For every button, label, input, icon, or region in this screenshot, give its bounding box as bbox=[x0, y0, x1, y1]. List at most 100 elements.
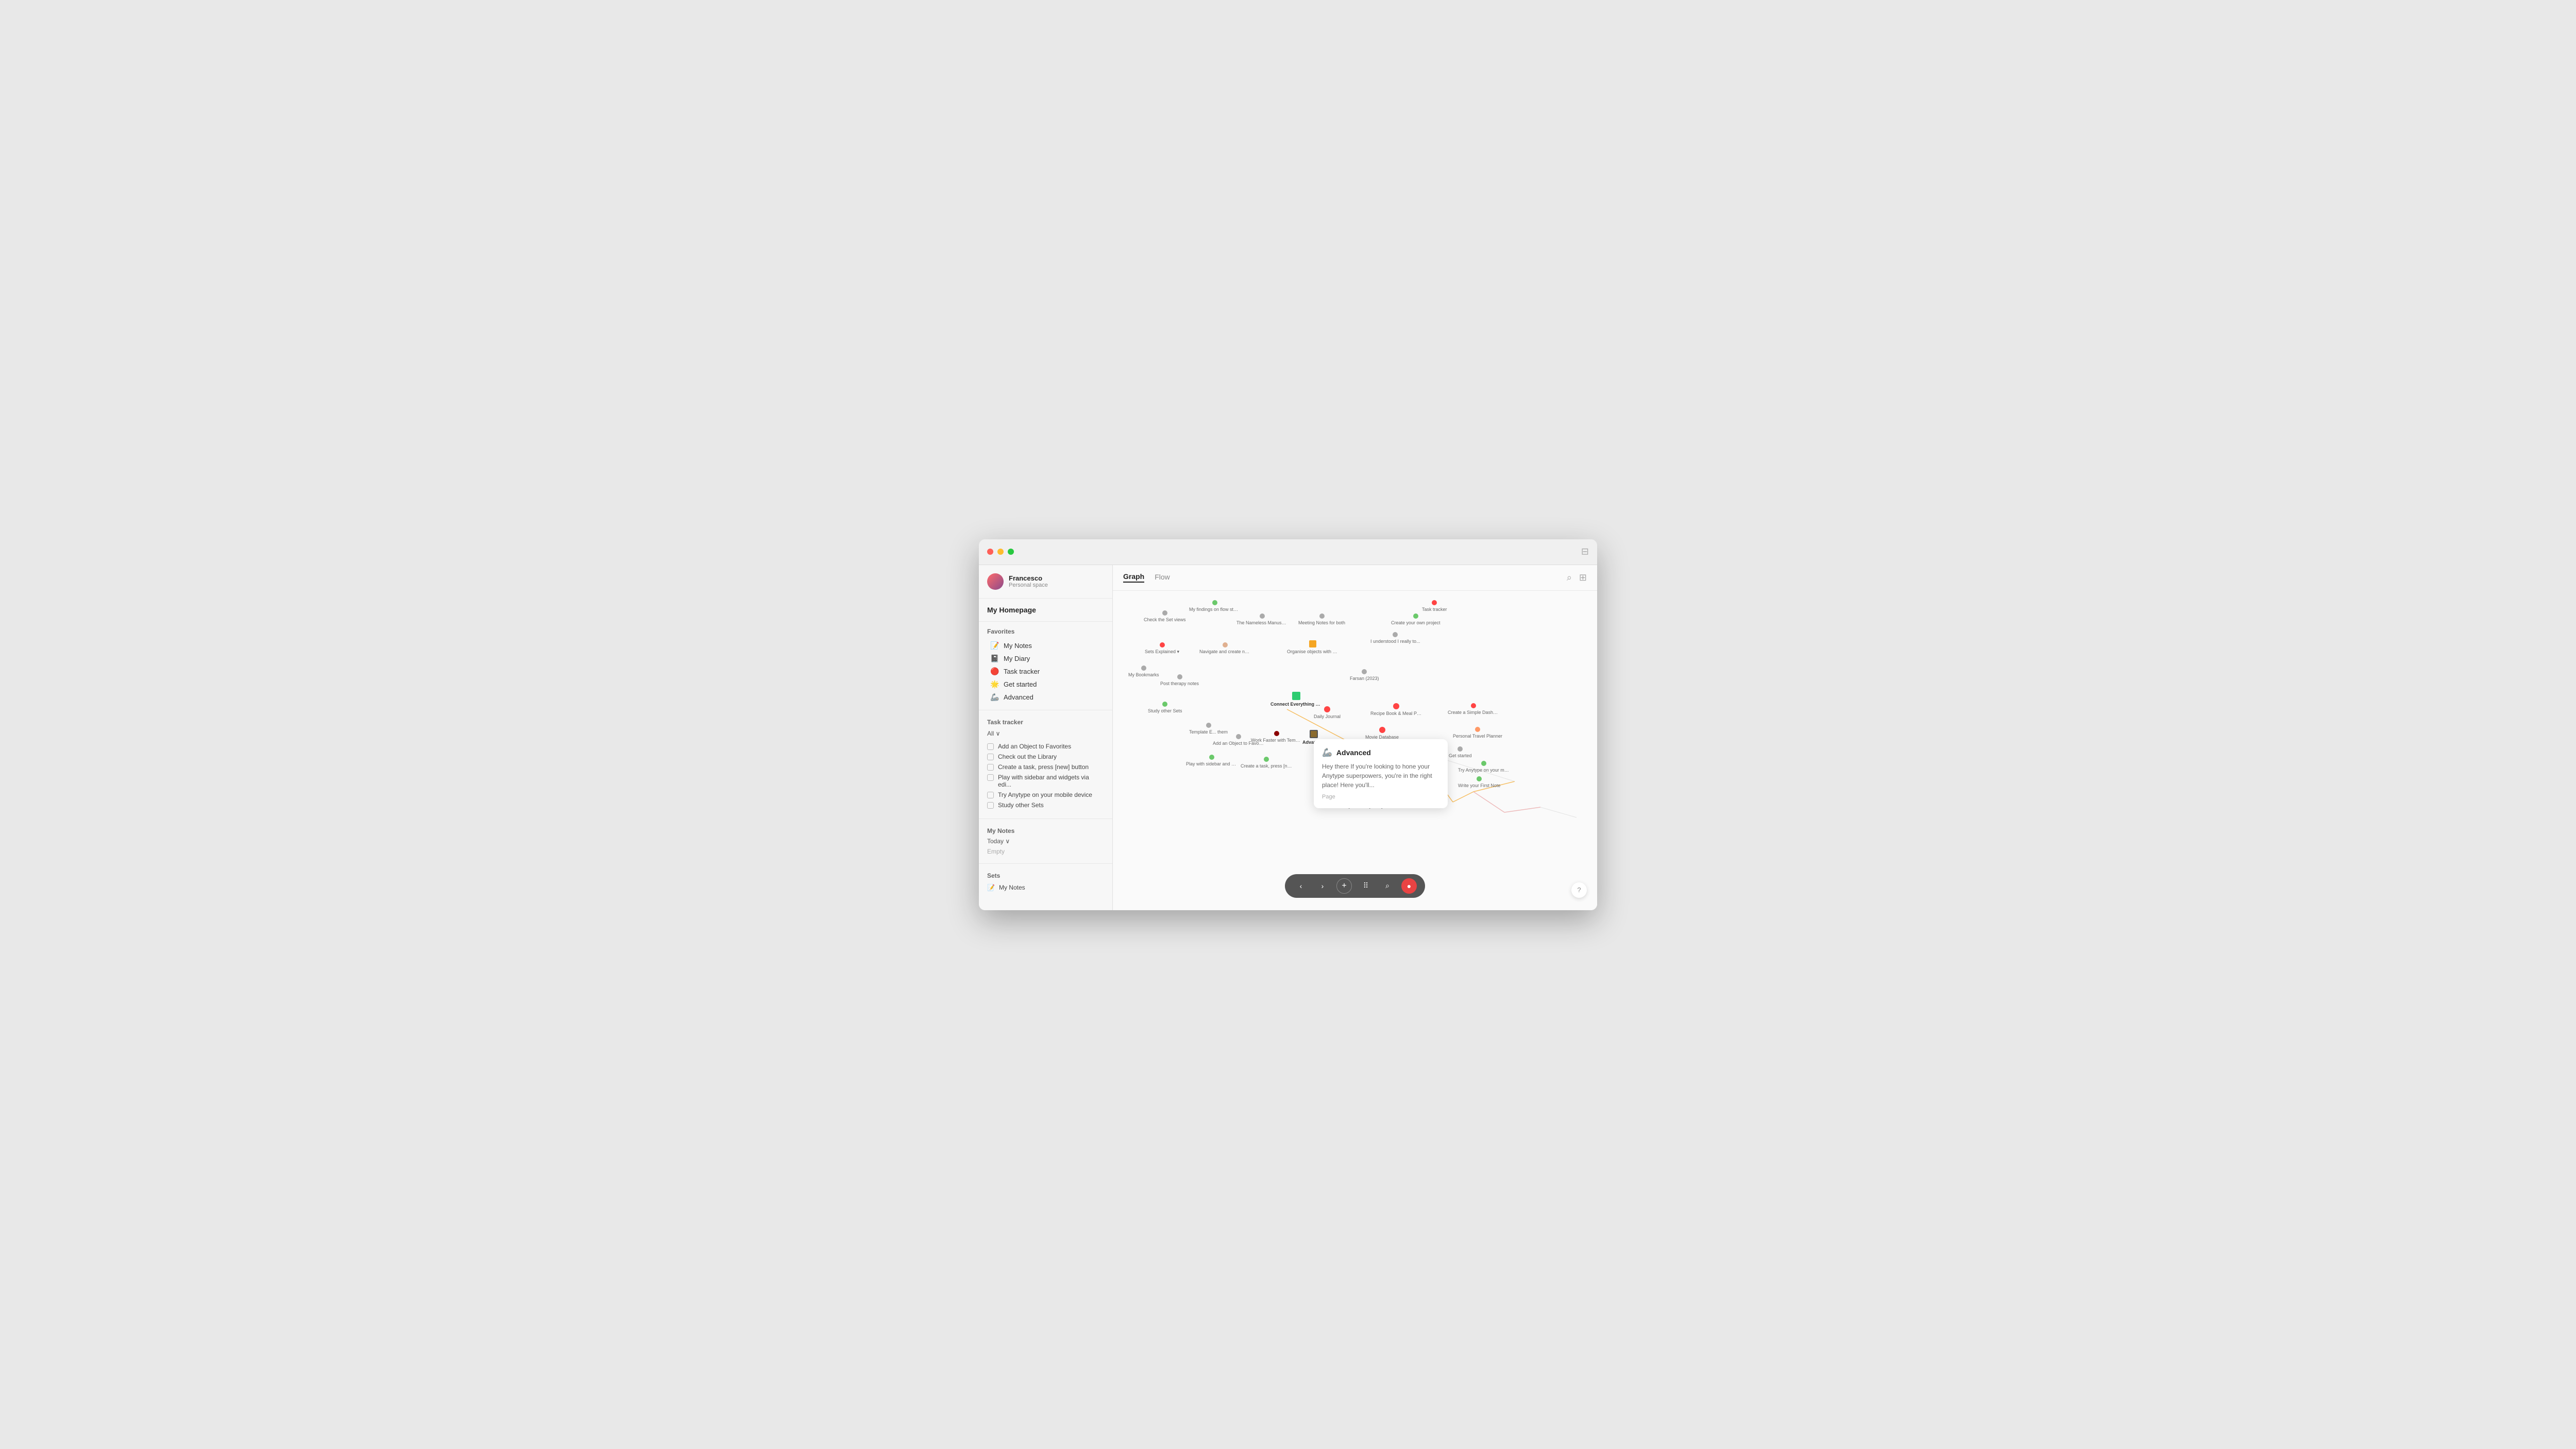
graph-node-connect[interactable]: Connect Everything with ... bbox=[1270, 692, 1322, 707]
forward-button[interactable]: › bbox=[1315, 878, 1330, 894]
divider-3 bbox=[979, 863, 1112, 864]
notes-empty: Empty bbox=[987, 848, 1104, 855]
diary-icon: 📓 bbox=[990, 654, 999, 663]
search-button[interactable]: ⌕ bbox=[1380, 878, 1395, 894]
title-bar: ⊟ bbox=[979, 539, 1597, 565]
app-window: ⊟ Francesco Personal space My Homepage F… bbox=[979, 539, 1597, 910]
popup-header: 🦾 Advanced bbox=[1322, 747, 1439, 758]
graph-node-anytype-mobile[interactable]: Try Anytype on your mobi... bbox=[1458, 761, 1510, 773]
task-icon: 🔴 bbox=[990, 667, 999, 676]
record-button[interactable]: ● bbox=[1401, 878, 1417, 894]
getstarted-icon: 🌟 bbox=[990, 680, 999, 689]
task-checkbox-5[interactable] bbox=[987, 792, 994, 798]
graph-node-task-tracker[interactable]: Task tracker bbox=[1422, 600, 1447, 612]
notes-header: My Notes bbox=[987, 827, 1104, 834]
graph-popup: 🦾 Advanced Hey there If you're looking t… bbox=[1314, 739, 1448, 808]
minimize-button[interactable] bbox=[997, 549, 1004, 555]
bottom-toolbar: ‹ › + ⠿ ⌕ ● bbox=[1285, 874, 1425, 898]
task-checkbox-4[interactable] bbox=[987, 774, 994, 781]
graph-node-travel-planner[interactable]: Personal Travel Planner bbox=[1453, 727, 1502, 739]
task-item: Play with sidebar and widgets via edi... bbox=[987, 772, 1104, 790]
notes-filter[interactable]: Today ∨ bbox=[987, 838, 1104, 845]
grid-button[interactable]: ⠿ bbox=[1358, 878, 1374, 894]
graph-node-create-dashboard[interactable]: Create a Simple Dashboar... bbox=[1448, 703, 1499, 715]
graph-node-farsan[interactable]: Farsan (2023) bbox=[1350, 669, 1379, 681]
tab-group: Graph Flow bbox=[1123, 572, 1170, 583]
task-tracker-header: Task tracker bbox=[987, 719, 1104, 726]
maximize-button[interactable] bbox=[1008, 549, 1014, 555]
graph-node-study-sets[interactable]: Study other Sets bbox=[1148, 702, 1182, 713]
graph-node-play-sidebar[interactable]: Play with sidebar and w... bbox=[1186, 755, 1238, 766]
help-button[interactable]: ? bbox=[1571, 882, 1587, 898]
task-item: Try Anytype on your mobile device bbox=[987, 790, 1104, 800]
sidebar-toggle-icon[interactable]: ⊟ bbox=[1581, 547, 1589, 557]
user-section[interactable]: Francesco Personal space bbox=[979, 565, 1112, 599]
sidebar: Francesco Personal space My Homepage Fav… bbox=[979, 565, 1113, 910]
graph-node-movie-db[interactable]: Movie Database bbox=[1365, 727, 1399, 740]
sets-header: Sets bbox=[987, 872, 1104, 879]
graph-node-organise[interactable]: Organise objects with Co... bbox=[1287, 640, 1338, 654]
advanced-icon: 🦾 bbox=[990, 693, 999, 702]
top-actions: ⌕ ⊞ bbox=[1567, 572, 1587, 583]
close-button[interactable] bbox=[987, 549, 993, 555]
tab-flow[interactable]: Flow bbox=[1155, 573, 1170, 582]
graph-node-daily-journal[interactable]: Daily Journal bbox=[1314, 706, 1341, 719]
task-item: Study other Sets bbox=[987, 800, 1104, 810]
task-checkbox-6[interactable] bbox=[987, 802, 994, 809]
sets-widget: Sets 📝 My Notes bbox=[979, 866, 1112, 899]
sidebar-item-advanced[interactable]: 🦾 Advanced bbox=[987, 691, 1104, 704]
task-item: Add an Object to Favorites bbox=[987, 741, 1104, 752]
graph-node-post-therapy[interactable]: Post therapy notes bbox=[1160, 674, 1199, 686]
main-content: Graph Flow ⌕ ⊞ bbox=[1113, 565, 1597, 910]
avatar bbox=[987, 573, 1004, 590]
sets-item-my-notes[interactable]: 📝 My Notes bbox=[987, 882, 1104, 893]
user-name: Francesco bbox=[1009, 574, 1048, 582]
task-filter[interactable]: All ∨ bbox=[987, 730, 1104, 737]
task-checkbox-3[interactable] bbox=[987, 764, 994, 771]
graph-node-recipe-book[interactable]: Recipe Book & Meal Plann... bbox=[1370, 703, 1422, 716]
favorites-section: Favorites 📝 My Notes 📓 My Diary 🔴 Task t… bbox=[979, 622, 1112, 708]
graph-node-template-explain[interactable]: Template E... them bbox=[1189, 723, 1228, 735]
graph-node-create-task[interactable]: Create a task, press [ne... bbox=[1241, 757, 1292, 769]
app-body: Francesco Personal space My Homepage Fav… bbox=[979, 565, 1597, 910]
search-icon[interactable]: ⌕ bbox=[1567, 572, 1572, 583]
tab-graph[interactable]: Graph bbox=[1123, 572, 1144, 583]
graph-node-get-started[interactable]: Get started bbox=[1449, 746, 1472, 758]
notes-icon: 📝 bbox=[990, 641, 999, 650]
graph-node-check-set[interactable]: Check the Set views bbox=[1144, 610, 1186, 622]
task-item: Create a task, press [new] button bbox=[987, 762, 1104, 772]
graph-node-understood[interactable]: I understood I really to... bbox=[1370, 632, 1420, 644]
filter-icon[interactable]: ⊞ bbox=[1579, 572, 1587, 583]
graph-node-create-project[interactable]: Create your own project bbox=[1391, 613, 1440, 625]
popup-type: Page bbox=[1322, 794, 1439, 800]
graph-node-nameless[interactable]: The Nameless Manuscript... bbox=[1236, 613, 1288, 625]
graph-node-work-faster[interactable]: Work Faster with Templat... bbox=[1251, 731, 1302, 743]
graph-node-bookmarks[interactable]: My Bookmarks bbox=[1128, 666, 1159, 677]
graph-canvas: My findings on flow stat... Check the Se… bbox=[1113, 591, 1597, 910]
traffic-lights bbox=[987, 549, 1014, 555]
homepage-link[interactable]: My Homepage bbox=[979, 599, 1112, 622]
task-tracker-widget: Task tracker All ∨ Add an Object to Favo… bbox=[979, 712, 1112, 816]
sidebar-item-task-tracker[interactable]: 🔴 Task tracker bbox=[987, 665, 1104, 678]
add-button[interactable]: + bbox=[1336, 878, 1352, 894]
graph-node-navigate[interactable]: Navigate and create new... bbox=[1199, 642, 1251, 654]
my-notes-widget: My Notes Today ∨ Empty bbox=[979, 821, 1112, 861]
graph-node-sets-explained[interactable]: Sets Explained ▾ bbox=[1145, 642, 1179, 655]
graph-area[interactable]: My findings on flow stat... Check the Se… bbox=[1113, 591, 1597, 910]
top-bar: Graph Flow ⌕ ⊞ bbox=[1113, 565, 1597, 591]
graph-node-meeting[interactable]: Meeting Notes for both bbox=[1298, 613, 1345, 625]
back-button[interactable]: ‹ bbox=[1293, 878, 1309, 894]
user-space: Personal space bbox=[1009, 582, 1048, 588]
popup-icon: 🦾 bbox=[1322, 747, 1332, 758]
graph-node-write-first[interactable]: Write your First Note bbox=[1458, 776, 1500, 788]
sidebar-item-my-diary[interactable]: 📓 My Diary bbox=[987, 652, 1104, 665]
popup-body: Hey there If you're looking to hone your… bbox=[1322, 762, 1439, 790]
user-info: Francesco Personal space bbox=[1009, 574, 1048, 588]
popup-title: Advanced bbox=[1336, 748, 1371, 757]
sidebar-item-my-notes[interactable]: 📝 My Notes bbox=[987, 639, 1104, 652]
task-item: Check out the Library bbox=[987, 752, 1104, 762]
task-checkbox-1[interactable] bbox=[987, 743, 994, 750]
sidebar-item-get-started[interactable]: 🌟 Get started bbox=[987, 678, 1104, 691]
task-checkbox-2[interactable] bbox=[987, 754, 994, 760]
graph-node-flow-stat[interactable]: My findings on flow stat... bbox=[1189, 600, 1241, 612]
